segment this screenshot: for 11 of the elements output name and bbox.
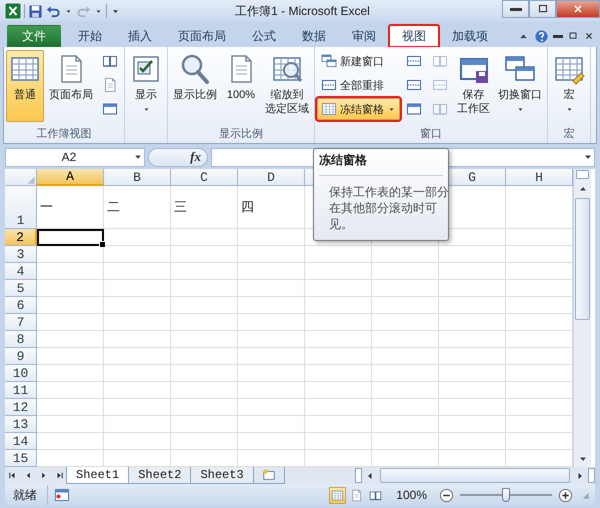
group-label: 窗口 <box>420 126 442 142</box>
group-label: 工作簿视图 <box>36 127 92 142</box>
table-cell: 二 <box>104 186 171 229</box>
table-cell: 一 <box>37 186 104 229</box>
group-label: 宏 <box>564 126 574 142</box>
table-cell: 四 <box>238 186 305 229</box>
window-title: 工作簿1 - Microsoft Excel <box>235 2 370 20</box>
tooltip-title: 冻结窗格 <box>319 152 443 176</box>
group-label: 显示比例 <box>219 127 263 142</box>
status-text: 就绪 <box>13 485 48 505</box>
table-cell: 三 <box>171 186 238 229</box>
